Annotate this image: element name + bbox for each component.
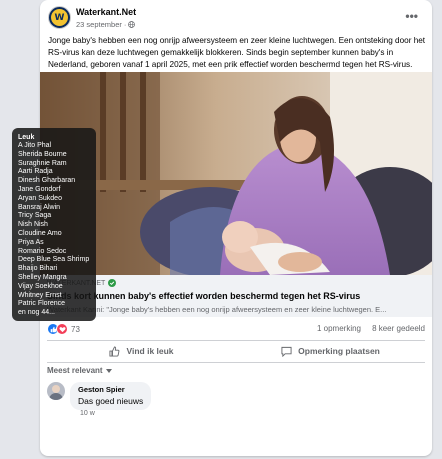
tooltip-name: Aarti Radja bbox=[18, 168, 53, 176]
thumbs-up-icon bbox=[109, 345, 120, 357]
reactions-tooltip: Leuk A Jito Phal Sherida Bourne Suraghni… bbox=[12, 128, 96, 321]
avatar-body bbox=[49, 393, 63, 400]
comment-icon bbox=[281, 346, 292, 357]
reaction-count[interactable]: 73 bbox=[71, 325, 80, 334]
comment-time[interactable]: 10 w bbox=[80, 410, 95, 417]
tooltip-names: A Jito Phal Sherida Bourne Suraghnie Ram… bbox=[18, 142, 96, 318]
tooltip-more: en nog 44... bbox=[18, 309, 55, 317]
like-button[interactable]: Vind ik leuk bbox=[47, 342, 236, 360]
tooltip-name: Bansraj Alwin bbox=[18, 203, 61, 211]
reaction-stats: 73 1 opmerking 8 keer gedeeld bbox=[47, 323, 425, 337]
post-header: W Waterkant.Net 23 september · ••• bbox=[48, 6, 424, 32]
meta-separator: · bbox=[123, 20, 127, 29]
link-preview[interactable]: WATERKANT.NET Sinds kort kunnen baby's e… bbox=[40, 275, 432, 317]
tooltip-name: Romario Sedoc bbox=[18, 247, 67, 255]
reaction-summary[interactable]: 73 bbox=[47, 323, 80, 335]
tooltip-name: Suraghnie Ram bbox=[18, 159, 67, 167]
tooltip-name: A Jito Phal bbox=[18, 142, 52, 149]
divider-top bbox=[47, 340, 425, 341]
page-avatar[interactable]: W bbox=[48, 6, 71, 29]
tooltip-name: Aryan Sukdeo bbox=[18, 194, 62, 202]
page-logo-mark: W bbox=[54, 12, 65, 23]
action-bar: Vind ik leuk Opmerking plaatsen bbox=[47, 342, 425, 360]
tooltip-name: Whitney Ernst bbox=[18, 291, 62, 299]
tooltip-name: Nish Nish bbox=[18, 221, 48, 229]
comment-count[interactable]: 1 opmerking bbox=[317, 324, 361, 333]
verified-icon bbox=[108, 279, 117, 287]
tooltip-name: Dinesh Gharbaran bbox=[18, 177, 76, 185]
avatar-face bbox=[52, 385, 60, 393]
comment-sort[interactable]: Meest relevant bbox=[47, 366, 112, 375]
divider-bottom bbox=[47, 362, 425, 363]
post-text: Jonge baby's hebben een nog onrijp afwee… bbox=[48, 36, 426, 69]
post-photo[interactable] bbox=[40, 72, 432, 275]
tooltip-title: Leuk bbox=[18, 134, 35, 141]
post-date[interactable]: 23 september bbox=[76, 20, 122, 29]
caret-down-icon bbox=[105, 368, 112, 373]
tooltip-name: Jane Gondorf bbox=[18, 185, 61, 193]
share-count[interactable]: 8 keer gedeeld bbox=[372, 324, 425, 333]
page-logo: W bbox=[51, 9, 68, 26]
tooltip-name: Vijay Soekhoe bbox=[18, 282, 63, 290]
globe-icon bbox=[128, 21, 136, 28]
tooltip-name: Cloudine Amo bbox=[18, 229, 62, 237]
tooltip-name: Sherida Bourne bbox=[18, 150, 67, 158]
tooltip-name: Tricy Saga bbox=[18, 212, 52, 220]
love-icon bbox=[56, 323, 68, 335]
comment-text: Das goed nieuws bbox=[78, 396, 144, 406]
tooltip-name: Bhaijo Bihari bbox=[18, 265, 58, 273]
tooltip-name: Shelley Mangra bbox=[18, 273, 67, 281]
commenter-avatar[interactable] bbox=[47, 382, 65, 400]
comment-bubble: Geston Spier Das goed nieuws bbox=[70, 382, 152, 410]
sort-label: Meest relevant bbox=[47, 366, 103, 375]
photo-illustration bbox=[40, 72, 432, 275]
tooltip-name: Patric Florence bbox=[18, 300, 66, 308]
tooltip-name: Deep Blue Sea Shrimp bbox=[18, 256, 90, 264]
post-card: W Waterkant.Net 23 september · ••• Jonge… bbox=[40, 0, 432, 456]
more-options-icon[interactable]: ••• bbox=[405, 9, 418, 23]
comment-label: Opmerking plaatsen bbox=[298, 346, 380, 356]
tooltip-name: Priya As bbox=[18, 238, 44, 246]
post-meta: 23 september · bbox=[76, 20, 136, 29]
commenter-name[interactable]: Geston Spier bbox=[78, 385, 143, 394]
comment-item: Geston Spier Das goed nieuws 10 w bbox=[47, 382, 425, 422]
page-name[interactable]: Waterkant.Net bbox=[76, 7, 136, 17]
comment-button[interactable]: Opmerking plaatsen bbox=[236, 342, 425, 360]
like-label: Vind ik leuk bbox=[126, 346, 174, 356]
link-description: Waterkant Kanni: "Jonge baby's hebben ee… bbox=[47, 305, 387, 314]
